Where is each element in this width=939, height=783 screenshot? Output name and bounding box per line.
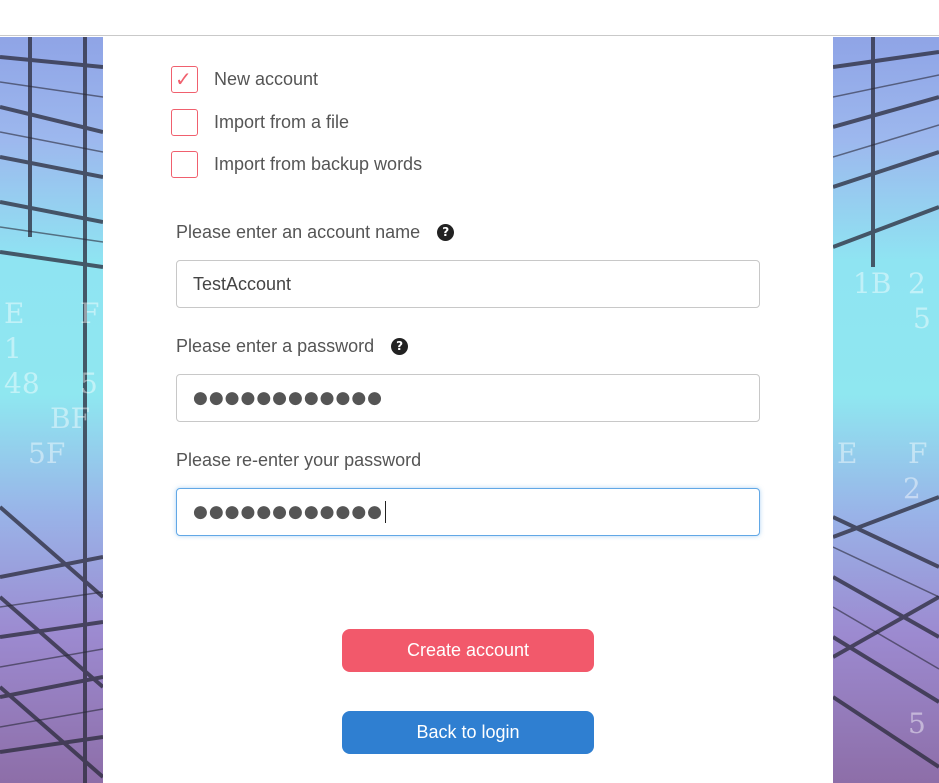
create-account-button[interactable]: Create account	[342, 629, 594, 672]
password-value: ●●●●●●●●●●●●	[193, 388, 384, 408]
option-import-backup-words[interactable]: Import from backup words	[171, 151, 422, 178]
option-label: Import from a file	[214, 112, 350, 132]
new-account-checkbox[interactable]: ✓	[171, 66, 198, 93]
option-new-account[interactable]: ✓ New account	[171, 66, 318, 93]
help-icon[interactable]: ?	[391, 338, 409, 355]
check-icon: ✓	[175, 67, 192, 91]
account-name-input[interactable]: TestAccount	[176, 260, 760, 308]
back-to-login-button[interactable]: Back to login	[342, 711, 594, 754]
import-file-checkbox[interactable]	[171, 109, 198, 136]
background-code-glyphs-right: 1B 2 5 E F 2 5	[837, 267, 931, 740]
account-name-label-text: Please enter an account name	[176, 222, 421, 242]
option-import-file[interactable]: Import from a file	[171, 109, 349, 136]
background-code-glyphs: E F 1 48 5 BF 5F	[4, 297, 100, 470]
password-confirm-label-text: Please re-enter your password	[176, 450, 422, 470]
text-caret	[385, 501, 387, 523]
account-name-value: TestAccount	[193, 273, 292, 294]
option-label: Import from backup words	[214, 154, 423, 174]
password-label: Please enter a password ?	[176, 336, 409, 357]
password-input[interactable]: ●●●●●●●●●●●●	[176, 374, 760, 422]
password-confirm-value: ●●●●●●●●●●●●	[193, 502, 384, 522]
create-account-panel: ✓ New account Import from a file Import …	[103, 37, 833, 783]
option-label: New account	[214, 69, 319, 89]
import-backup-words-checkbox[interactable]	[171, 151, 198, 178]
password-label-text: Please enter a password	[176, 336, 375, 356]
password-confirm-label: Please re-enter your password	[176, 450, 421, 471]
help-icon[interactable]: ?	[437, 224, 455, 241]
password-confirm-input[interactable]: ●●●●●●●●●●●●	[176, 488, 760, 536]
top-bar	[0, 0, 939, 36]
background-image-right: 1B 2 5 E F 2 5	[833, 37, 939, 783]
account-name-label: Please enter an account name ?	[176, 222, 455, 243]
background-image-left: E F 1 48 5 BF 5F	[0, 37, 103, 783]
